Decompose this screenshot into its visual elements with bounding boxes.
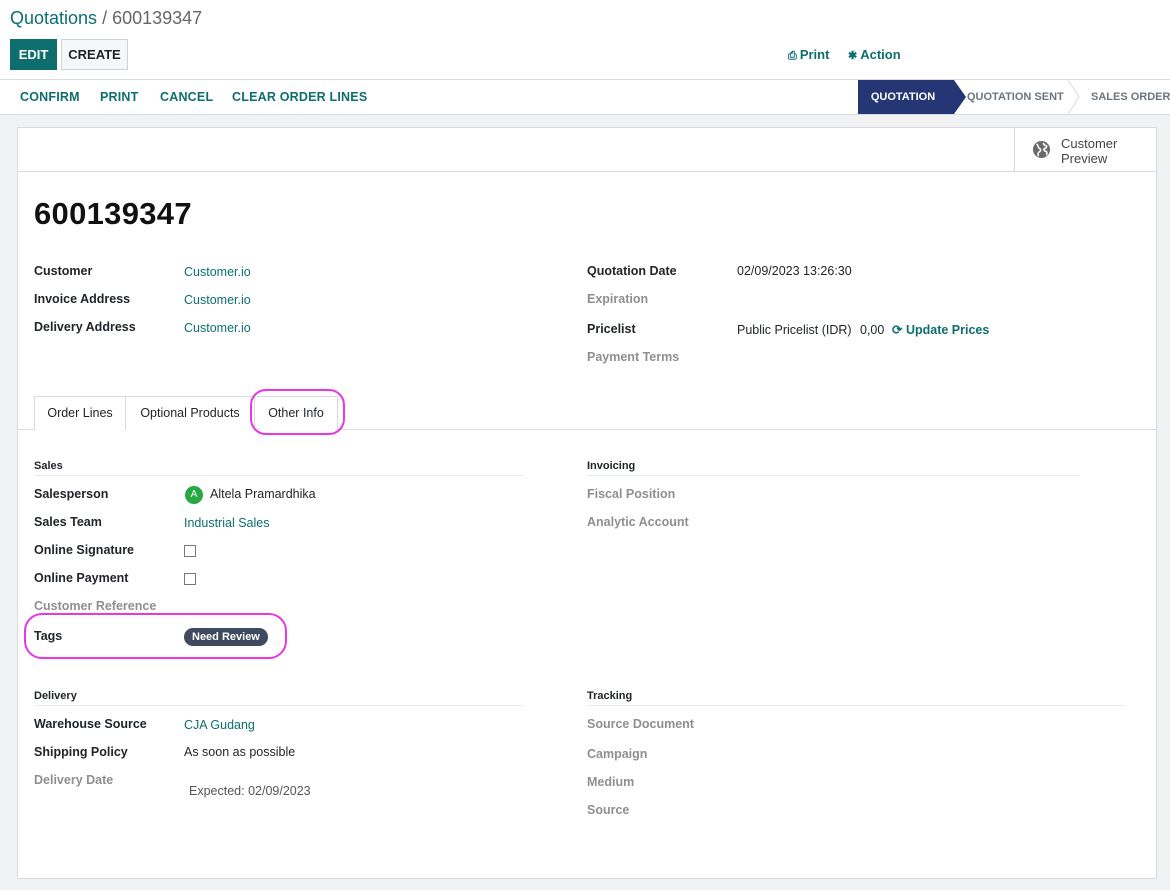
invoice-address-link[interactable]: Customer.io — [184, 293, 251, 307]
invoicing-group-title: Invoicing — [587, 460, 636, 472]
source-document-label: Source Document — [587, 717, 694, 731]
analytic-account-label: Analytic Account — [587, 515, 689, 529]
tags-label: Tags — [34, 629, 63, 643]
breadcrumb-quotations-link[interactable]: Quotations — [10, 8, 97, 28]
salesperson-value[interactable]: Altela Pramardhika — [210, 487, 316, 501]
stage-sales-order[interactable]: SALES ORDER — [1091, 80, 1170, 114]
expiration-label: Expiration — [587, 292, 649, 306]
clear-order-lines-button[interactable]: CLEAR ORDER LINES — [232, 90, 367, 104]
pricelist-value: Public Pricelist (IDR) — [737, 323, 852, 337]
record-title: 600139347 — [34, 196, 192, 231]
breadcrumb-current: 600139347 — [112, 8, 203, 28]
avatar: A — [185, 486, 203, 504]
customer-preview-button[interactable]: Customer Preview — [1014, 128, 1156, 172]
action-label: Action — [860, 47, 901, 62]
stage-separator-icon — [1068, 80, 1080, 114]
print-icon: ⎙ — [788, 50, 797, 62]
stage-quotation[interactable]: QUOTATION — [858, 80, 966, 114]
delivery-address-link[interactable]: Customer.io — [184, 321, 251, 335]
form-sheet: Customer Preview 600139347 Customer Cust… — [17, 127, 1157, 879]
quotation-date-label: Quotation Date — [587, 264, 677, 278]
payment-terms-label: Payment Terms — [587, 350, 680, 364]
stage-quotation-sent[interactable]: QUOTATION SENT — [967, 80, 1064, 114]
update-prices-label: Update Prices — [905, 323, 990, 337]
delivery-address-label: Delivery Address — [34, 320, 136, 334]
tab-optional-products[interactable]: Optional Products — [125, 396, 255, 430]
online-signature-label: Online Signature — [34, 543, 135, 557]
online-payment-checkbox[interactable] — [184, 573, 196, 585]
cancel-button[interactable]: CANCEL — [160, 90, 213, 104]
salesperson-label: Salesperson — [34, 487, 109, 501]
breadcrumb-separator: / — [97, 8, 113, 28]
notebook-tabs: Order Lines Optional Products Other Info — [18, 396, 1156, 431]
fiscal-position-label: Fiscal Position — [587, 487, 676, 501]
tab-order-lines[interactable]: Order Lines — [34, 396, 126, 430]
smart-button-box: Customer Preview — [18, 128, 1156, 172]
delivery-group-title: Delivery — [34, 690, 77, 702]
delivery-date-value: Expected: 02/09/2023 — [189, 784, 311, 798]
breadcrumb: Quotations / 600139347 — [10, 8, 202, 29]
sales-team-label: Sales Team — [34, 515, 102, 529]
sales-team-link[interactable]: Industrial Sales — [184, 516, 269, 530]
sales-group-title: Sales — [34, 460, 63, 472]
control-panel: Quotations / 600139347 EDIT CREATE ⎙ Prin… — [0, 0, 1170, 80]
shipping-policy-value: As soon as possible — [184, 745, 296, 759]
campaign-label: Campaign — [587, 747, 648, 761]
quotation-date-value: 02/09/2023 13:26:30 — [737, 264, 852, 278]
print-label: Print — [799, 47, 830, 62]
create-button[interactable]: CREATE — [61, 39, 128, 70]
customer-reference-label: Customer Reference — [34, 599, 157, 613]
update-prices-button[interactable]: ⟳ Update Prices — [892, 322, 989, 337]
action-dropdown[interactable]: ✱ Action — [848, 47, 901, 62]
customer-label: Customer — [34, 264, 93, 278]
pricelist-label: Pricelist — [587, 322, 636, 336]
online-signature-checkbox[interactable] — [184, 545, 196, 557]
refresh-icon: ⟳ — [892, 323, 903, 337]
tracking-group-divider — [587, 705, 1125, 706]
source-label: Source — [587, 803, 630, 817]
tab-other-info[interactable]: Other Info — [254, 396, 338, 431]
gear-icon: ✱ — [848, 50, 858, 62]
sales-group-divider — [34, 475, 524, 476]
globe-icon — [1032, 140, 1051, 159]
shipping-policy-label: Shipping Policy — [34, 745, 128, 759]
delivery-group-divider — [34, 705, 524, 706]
print-button[interactable]: PRINT — [100, 90, 139, 104]
print-dropdown[interactable]: ⎙ Print — [788, 47, 829, 63]
edit-button[interactable]: EDIT — [10, 39, 57, 70]
customer-preview-label: Customer Preview — [1061, 136, 1118, 166]
medium-label: Medium — [587, 775, 635, 789]
tag-badge[interactable]: Need Review — [184, 628, 268, 646]
delivery-date-label: Delivery Date — [34, 773, 114, 787]
statusbar: CONFIRM PRINT CANCEL CLEAR ORDER LINES Q… — [0, 80, 1170, 115]
pricelist-amount: 0,00 — [860, 323, 885, 337]
tracking-group-title: Tracking — [587, 690, 633, 702]
warehouse-source-label: Warehouse Source — [34, 717, 147, 731]
customer-link[interactable]: Customer.io — [184, 265, 251, 279]
online-payment-label: Online Payment — [34, 571, 129, 585]
warehouse-source-link[interactable]: CJA Gudang — [184, 718, 255, 732]
invoice-address-label: Invoice Address — [34, 292, 131, 306]
invoicing-group-divider — [587, 475, 1080, 476]
confirm-button[interactable]: CONFIRM — [20, 90, 80, 104]
